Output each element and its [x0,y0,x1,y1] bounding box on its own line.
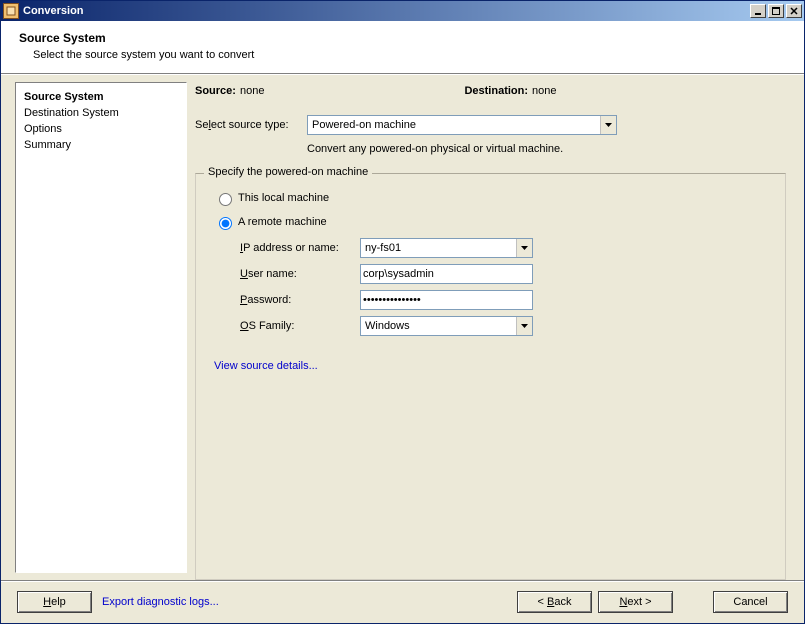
password-label: Password: [240,294,360,306]
password-input[interactable] [360,290,533,310]
radio-local-machine-row[interactable]: This local machine [214,190,771,206]
cancel-button[interactable]: Cancel [713,591,788,613]
radio-remote-machine-row[interactable]: A remote machine [214,214,771,230]
wizard-header: Source System Select the source system y… [1,21,804,73]
wizard-footer: Help Export diagnostic logs... < Back Ne… [1,580,804,623]
source-type-row: Select source type: Powered-on machine [195,115,786,135]
export-logs-link[interactable]: Export diagnostic logs... [102,596,219,608]
radio-remote-label: A remote machine [238,216,327,228]
minimize-button[interactable] [750,4,766,18]
source-destination-summary: Source: none Destination: none [195,85,786,97]
osfamily-select[interactable]: Windows [360,316,533,336]
username-label: User name: [240,268,360,280]
source-type-label: Select source type: [195,119,307,131]
destination-label: Destination: [464,85,528,97]
maximize-button[interactable] [768,4,784,18]
ip-label: IP address or name: [240,242,360,254]
remote-machine-fields: IP address or name: ny-fs01 User name: [240,238,771,336]
chevron-down-icon [516,317,532,335]
sidebar-item-source-system[interactable]: Source System [24,89,178,105]
sidebar-item-options[interactable]: Options [24,121,178,137]
chevron-down-icon [600,116,616,134]
osfamily-label: OS Family: [240,320,360,332]
page-subtitle: Select the source system you want to con… [33,49,786,61]
source-type-select[interactable]: Powered-on machine [307,115,617,135]
body: Source System Destination System Options… [1,75,804,580]
next-button[interactable]: Next > [598,591,673,613]
group-legend: Specify the powered-on machine [204,166,372,178]
radio-local-label: This local machine [238,192,329,204]
window-title: Conversion [23,5,748,17]
page-title: Source System [19,31,786,45]
source-value: none [240,85,264,97]
ip-combo[interactable]: ny-fs01 [360,238,533,258]
ip-value: ny-fs01 [365,242,401,254]
powered-on-machine-group: Specify the powered-on machine This loca… [195,173,786,580]
radio-remote-machine[interactable] [219,217,232,230]
username-input[interactable] [360,264,533,284]
destination-value: none [532,85,556,97]
chevron-down-icon [516,239,532,257]
radio-local-machine[interactable] [219,193,232,206]
source-label: Source: [195,85,236,97]
conversion-window: Conversion Source System Select the sour… [0,0,805,624]
wizard-steps-sidebar: Source System Destination System Options… [15,82,187,573]
main-panel: Source: none Destination: none Select so… [195,75,804,580]
close-button[interactable] [786,4,802,18]
app-icon [3,3,19,19]
osfamily-value: Windows [365,320,410,332]
view-source-details-link[interactable]: View source details... [214,360,318,372]
source-type-value: Powered-on machine [312,119,416,131]
back-button[interactable]: < Back [517,591,592,613]
help-button[interactable]: Help [17,591,92,613]
titlebar: Conversion [1,1,804,21]
source-type-hint: Convert any powered-on physical or virtu… [307,143,786,155]
sidebar-item-summary[interactable]: Summary [24,137,178,153]
sidebar-item-destination-system[interactable]: Destination System [24,105,178,121]
